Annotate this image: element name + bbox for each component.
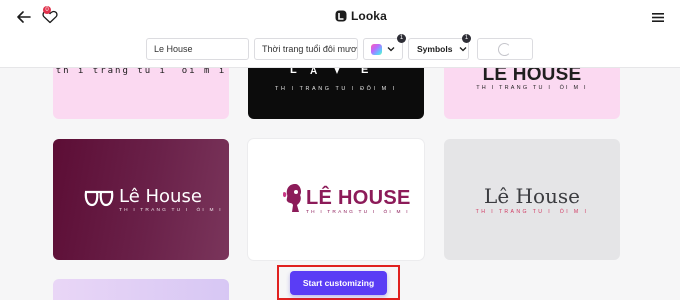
favorites-button[interactable]: 0 bbox=[38, 6, 60, 26]
slogan-input[interactable]: Thời trang tuổi đôi mươi bbox=[254, 38, 358, 60]
back-arrow-icon bbox=[17, 11, 31, 23]
woman-silhouette-logo-icon bbox=[283, 184, 302, 212]
looka-logo-icon bbox=[335, 10, 347, 22]
chevron-down-icon bbox=[459, 47, 467, 52]
logo-card-1[interactable]: th i trang tu i ói m i bbox=[53, 62, 229, 119]
logo-card-2[interactable]: L E A TH I TRANG TU I ĐÔI M I bbox=[248, 62, 424, 119]
logo-tagline: TH I TRANG TU I ÓI M I bbox=[306, 210, 410, 215]
back-button[interactable] bbox=[14, 8, 34, 26]
symbols-count-badge: 1 bbox=[462, 34, 471, 43]
glasses-logo-icon bbox=[84, 190, 114, 207]
logo-card-5[interactable]: LÊ HOUSE TH I TRANG TU I ÓI M I bbox=[248, 139, 424, 260]
logo-tagline: TH I TRANG TU I ÓI M I bbox=[476, 85, 588, 91]
favorites-count-badge: 0 bbox=[43, 6, 51, 14]
logo-card-4[interactable]: Lê House TH I TRANG TU I ÓI M I bbox=[53, 139, 229, 260]
menu-button[interactable] bbox=[652, 10, 664, 22]
logo-tagline: TH I TRANG TU I ÓI M I bbox=[119, 208, 223, 213]
symbols-label: Symbols bbox=[417, 44, 453, 54]
brand-logo[interactable]: Looka bbox=[335, 8, 387, 24]
logo-name: Lê House bbox=[484, 184, 580, 208]
logo-tagline: TH I TRANG TU I ÓI M I bbox=[475, 209, 589, 215]
color-count-badge: 1 bbox=[397, 34, 406, 43]
start-customizing-button[interactable]: Start customizing bbox=[290, 271, 387, 295]
logo-card-3[interactable]: LE HOUSE TH I TRANG TU I ÓI M I bbox=[444, 62, 620, 119]
logo-name: Lê House bbox=[119, 186, 202, 207]
loading-spinner-icon bbox=[498, 43, 511, 56]
hamburger-menu-icon bbox=[652, 13, 664, 22]
logo-card-7[interactable] bbox=[53, 279, 229, 300]
loading-indicator bbox=[477, 38, 533, 60]
chevron-down-icon bbox=[387, 47, 395, 52]
top-header: 0 Looka Le House Thời trang tuổi đôi mươ… bbox=[0, 0, 680, 68]
company-name-input[interactable]: Le House bbox=[146, 38, 249, 60]
symbols-filter-button[interactable]: Symbols bbox=[408, 38, 469, 60]
logo-tagline: TH I TRANG TU I ĐÔI M I bbox=[275, 86, 397, 92]
brand-name: Looka bbox=[351, 9, 387, 23]
logo-name: LÊ HOUSE bbox=[306, 187, 411, 209]
color-swatch bbox=[371, 43, 382, 55]
logo-card-6[interactable]: Lê House TH I TRANG TU I ÓI M I bbox=[444, 139, 620, 260]
